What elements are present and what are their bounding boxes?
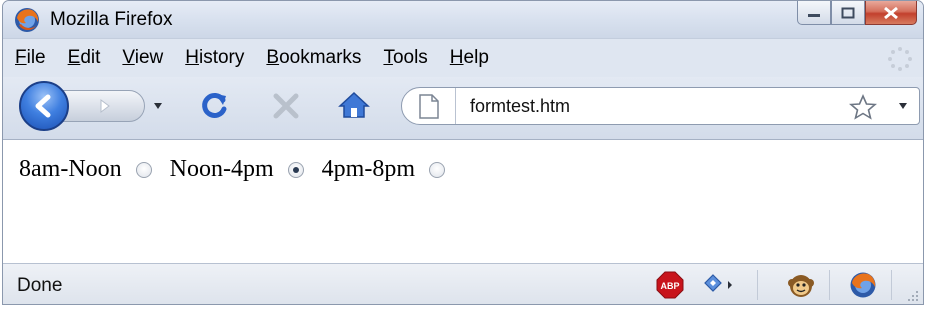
status-divider (829, 270, 830, 300)
menu-tools[interactable]: Tools (383, 47, 427, 69)
title-bar: Mozilla Firefox (3, 1, 923, 39)
status-bar: Done ABP (3, 263, 923, 304)
browser-window: Mozilla Firefox File Edit View History B… (2, 0, 924, 305)
page-icon (419, 94, 439, 119)
monkey-icon[interactable] (787, 271, 815, 299)
window-title: Mozilla Firefox (50, 9, 173, 30)
radio-noon-4pm[interactable] (287, 161, 304, 178)
navigation-toolbar: formtest.htm (3, 77, 923, 139)
radio-4pm-8pm[interactable] (428, 161, 445, 178)
firefox-logo-icon (15, 8, 39, 32)
menu-bar: File Edit View History Bookmarks Tools H… (3, 39, 923, 77)
url-input[interactable]: formtest.htm (470, 96, 570, 117)
star-icon[interactable] (849, 94, 877, 120)
menu-help[interactable]: Help (450, 47, 489, 69)
status-divider (757, 270, 758, 300)
radio-label-noon-4pm: Noon-4pm (169, 156, 274, 182)
page-content: 8am-Noon Noon-4pm 4pm-8pm (3, 139, 923, 263)
home-icon[interactable] (338, 90, 370, 120)
sync-icon[interactable] (701, 271, 737, 299)
svg-text:ABP: ABP (660, 281, 679, 291)
radio-label-4pm-8pm: 4pm-8pm (321, 156, 415, 182)
status-divider (891, 270, 892, 300)
address-bar-divider (455, 88, 456, 124)
back-button[interactable] (19, 81, 69, 131)
resize-grip-icon[interactable] (905, 288, 919, 302)
menu-edit[interactable]: Edit (68, 47, 101, 69)
radio-8am-noon[interactable] (135, 161, 152, 178)
throbber-icon (888, 47, 912, 71)
menu-file[interactable]: File (15, 47, 46, 69)
menu-history[interactable]: History (185, 47, 244, 69)
back-arrow-icon (35, 94, 51, 118)
maximize-button[interactable] (831, 1, 865, 25)
minimize-icon (808, 13, 820, 17)
close-icon (884, 6, 898, 19)
menu-view[interactable]: View (122, 47, 163, 69)
history-dropdown-icon[interactable] (153, 102, 163, 110)
minimize-button[interactable] (797, 1, 831, 25)
stop-icon[interactable] (271, 91, 301, 121)
back-forward-group (19, 81, 177, 131)
url-dropdown-icon[interactable] (898, 102, 908, 110)
radio-label-8am-noon: 8am-Noon (19, 156, 122, 182)
address-bar[interactable]: formtest.htm (401, 87, 920, 125)
forward-arrow-icon (100, 99, 110, 113)
maximize-icon (841, 7, 855, 18)
firefox-logo-icon[interactable] (849, 271, 877, 299)
time-radio-group: 8am-Noon Noon-4pm 4pm-8pm (19, 156, 463, 183)
window-controls (797, 1, 917, 25)
reload-icon[interactable] (199, 91, 229, 121)
adblock-plus-icon[interactable]: ABP (656, 271, 684, 299)
status-text: Done (17, 275, 63, 296)
menu-bookmarks[interactable]: Bookmarks (266, 47, 361, 69)
close-button[interactable] (865, 1, 917, 25)
